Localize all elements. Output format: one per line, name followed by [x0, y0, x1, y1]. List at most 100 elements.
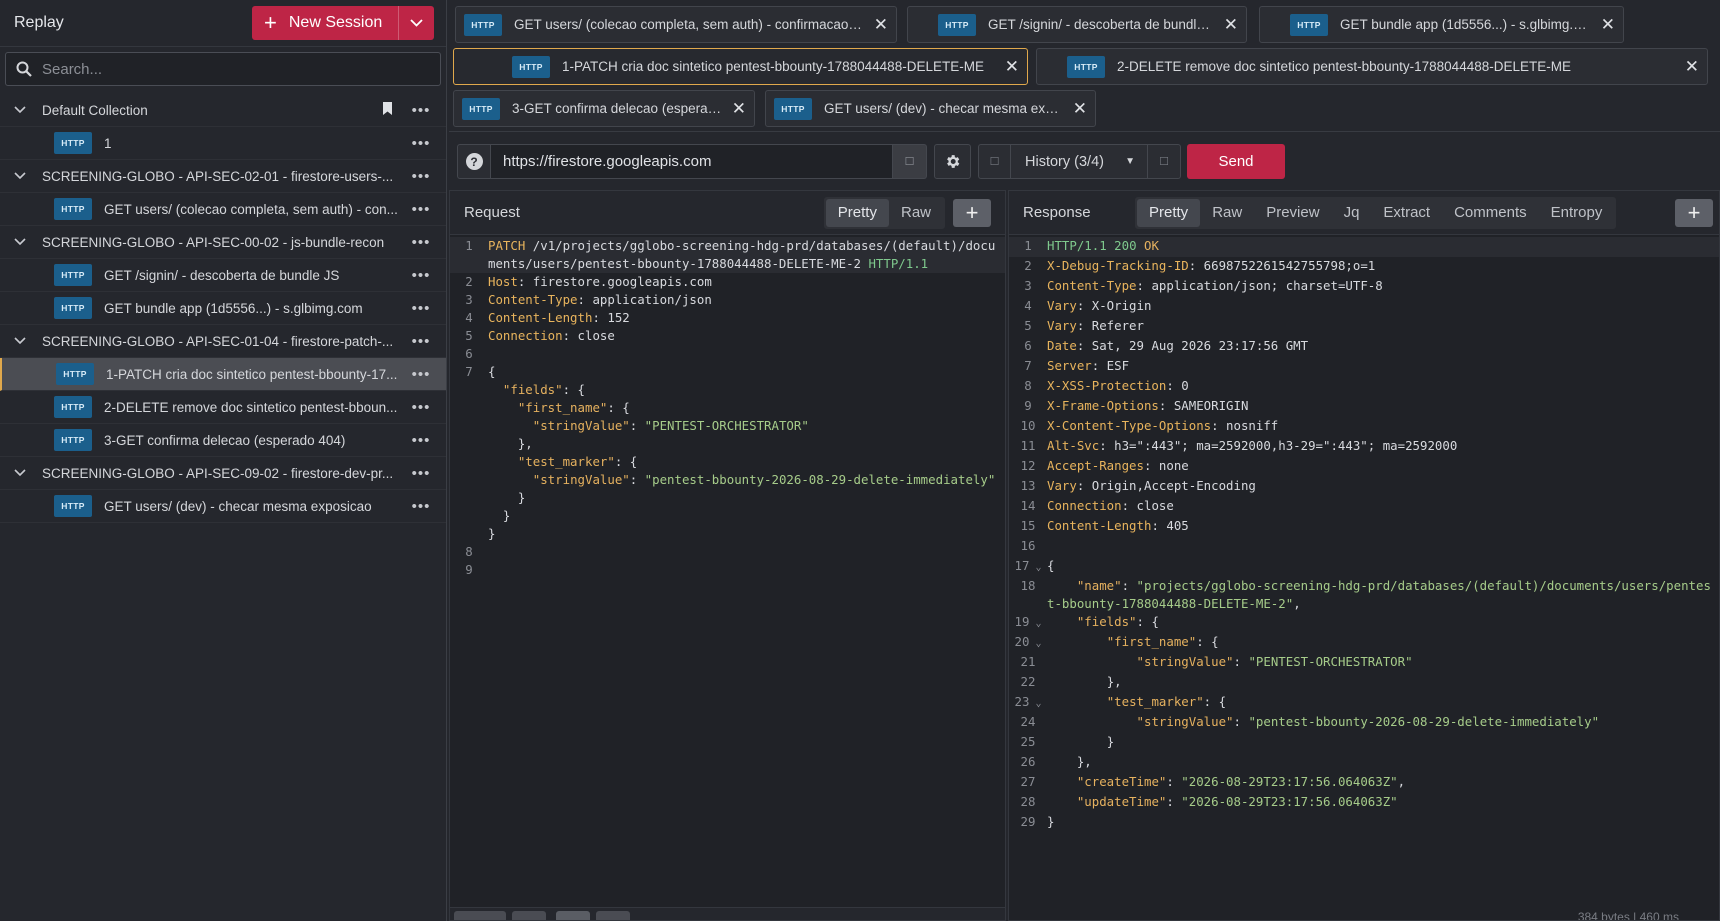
new-session-main[interactable]: + New Session: [252, 6, 398, 40]
request-tab[interactable]: HTTP 3-GET confirma delecao (esperado 404…: [453, 90, 755, 127]
request-tab[interactable]: HTTP GET /signin/ - descoberta de bundle …: [907, 6, 1247, 43]
more-icon[interactable]: •••: [406, 333, 436, 350]
close-icon[interactable]: ✕: [1005, 57, 1019, 77]
replay-app: Replay + New Session Default Collection •…: [0, 0, 1720, 921]
footer-button[interactable]: [512, 911, 546, 920]
tab-label: GET /signin/ - descoberta de bundle JS: [988, 17, 1214, 32]
view-raw-button[interactable]: Raw: [1200, 199, 1254, 227]
more-icon[interactable]: •••: [406, 201, 436, 218]
add-button[interactable]: +: [953, 198, 991, 227]
view-comments-button[interactable]: Comments: [1442, 199, 1539, 227]
chevron-down-icon[interactable]: [12, 103, 28, 117]
close-icon[interactable]: ✕: [874, 15, 888, 35]
request-tab[interactable]: HTTP GET bundle app (1d5556...) - s.glbim…: [1259, 6, 1624, 43]
search-input[interactable]: [42, 60, 430, 78]
fold-chevron-icon[interactable]: ⌄: [1029, 618, 1041, 629]
more-icon[interactable]: •••: [406, 399, 436, 416]
help-button[interactable]: ?: [457, 144, 491, 179]
request-item[interactable]: HTTP GET /signin/ - descoberta de bundle …: [0, 259, 446, 292]
view-pretty-button[interactable]: Pretty: [825, 198, 889, 227]
request-editor[interactable]: 1 PATCH /v1/projects/gglobo-screening-hdg…: [450, 235, 1005, 579]
line-text: Vary: Origin,Accept-Encoding: [1047, 478, 1256, 493]
settings-button[interactable]: [934, 144, 971, 179]
line-text: Connection: close: [488, 328, 615, 343]
line-number: 1: [465, 238, 473, 253]
tree-item-label: SCREENING-GLOBO - API-SEC-09-02 - firest…: [42, 465, 394, 481]
view-preview-button[interactable]: Preview: [1254, 199, 1331, 227]
chevron-down-icon[interactable]: [398, 6, 434, 40]
chevron-down-icon[interactable]: [12, 466, 28, 480]
url-options-button[interactable]: ☐: [893, 144, 927, 179]
request-tab[interactable]: HTTP 2-DELETE remove doc sintetico pentes…: [1036, 48, 1708, 85]
method-badge: HTTP: [54, 297, 92, 319]
code-line: 14 Connection: close: [1009, 497, 1719, 517]
more-icon[interactable]: •••: [406, 465, 436, 482]
more-icon[interactable]: •••: [406, 498, 436, 515]
history-prev-button[interactable]: ☐: [978, 144, 1011, 179]
view-raw-button[interactable]: Raw: [889, 199, 943, 227]
close-icon[interactable]: ✕: [1073, 99, 1087, 119]
line-text: }: [1047, 734, 1115, 749]
more-icon[interactable]: •••: [406, 432, 436, 449]
request-item[interactable]: HTTP 3-GET confirma delecao (esperado 404…: [0, 424, 446, 457]
request-item[interactable]: HTTP 1 •••: [0, 127, 446, 160]
more-icon[interactable]: •••: [406, 135, 436, 152]
view-entropy-button[interactable]: Entropy: [1539, 199, 1615, 227]
history-next-button[interactable]: ☐: [1148, 144, 1181, 179]
more-icon[interactable]: •••: [406, 102, 436, 119]
fold-chevron-icon[interactable]: ⌄: [1029, 638, 1041, 649]
close-icon[interactable]: ✕: [1224, 15, 1238, 35]
line-text: "updateTime": "2026-08-29T23:17:56.06406…: [1076, 794, 1398, 809]
fold-chevron-icon[interactable]: ⌄: [1029, 562, 1041, 573]
more-icon[interactable]: •••: [406, 267, 436, 284]
fold-chevron-icon[interactable]: ⌄: [1029, 698, 1041, 709]
code-line: 8 X-XSS-Protection: 0: [1009, 377, 1719, 397]
collection-item[interactable]: SCREENING-GLOBO - API-SEC-01-04 - firest…: [0, 325, 446, 358]
footer-button[interactable]: [596, 911, 630, 920]
footer-button[interactable]: [454, 911, 506, 920]
url-input[interactable]: https://firestore.googleapis.com: [491, 144, 893, 179]
chevron-down-icon[interactable]: [12, 169, 28, 183]
request-tab[interactable]: HTTP GET users/ (dev) - checar mesma expo…: [765, 90, 1096, 127]
bookmark-icon[interactable]: [382, 102, 398, 118]
request-item[interactable]: HTTP GET bundle app (1d5556...) - s.glbim…: [0, 292, 446, 325]
request-item[interactable]: HTTP 2-DELETE remove doc sintetico pentes…: [0, 391, 446, 424]
close-icon[interactable]: ✕: [732, 99, 746, 119]
response-viewer[interactable]: 1 HTTP/1.1 200 OK 2 X-Debug-Tracking-ID: 66…: [1009, 235, 1719, 833]
more-icon[interactable]: •••: [406, 234, 436, 251]
line-number: 27: [1020, 774, 1036, 789]
request-item[interactable]: HTTP 1-PATCH cria doc sintetico pentest-b…: [0, 358, 446, 391]
collection-item[interactable]: Default Collection •••: [0, 94, 446, 127]
chevron-down-icon[interactable]: [12, 334, 28, 348]
close-icon[interactable]: ✕: [1601, 15, 1615, 35]
view-jq-button[interactable]: Jq: [1332, 199, 1372, 227]
method-badge: HTTP: [54, 264, 92, 286]
close-icon[interactable]: ✕: [1685, 57, 1699, 77]
add-button[interactable]: +: [1675, 198, 1713, 227]
request-tab[interactable]: HTTP GET users/ (colecao completa, sem au…: [455, 6, 897, 43]
collection-item[interactable]: SCREENING-GLOBO - API-SEC-02-01 - firest…: [0, 160, 446, 193]
collection-item[interactable]: SCREENING-GLOBO - API-SEC-00-02 - js-bun…: [0, 226, 446, 259]
view-extract-button[interactable]: Extract: [1371, 199, 1442, 227]
code-line: 7 { "fields": { "first_name": { "stringVa…: [450, 363, 1005, 543]
history-dropdown[interactable]: History (3/4) ▼: [1011, 144, 1148, 179]
sidebar-header: Replay + New Session: [0, 0, 446, 47]
chevron-down-icon[interactable]: [12, 235, 28, 249]
request-tab[interactable]: HTTP 1-PATCH cria doc sintetico pentest-b…: [453, 48, 1028, 85]
line-text: },: [1047, 674, 1122, 689]
square-icon: ☐: [1159, 156, 1169, 168]
line-number: 3: [465, 292, 473, 307]
more-icon[interactable]: •••: [406, 300, 436, 317]
request-item[interactable]: HTTP GET users/ (dev) - checar mesma expo…: [0, 490, 446, 523]
more-icon[interactable]: •••: [406, 168, 436, 185]
request-item[interactable]: HTTP GET users/ (colecao completa, sem au…: [0, 193, 446, 226]
search-box[interactable]: [5, 52, 441, 86]
more-icon[interactable]: •••: [406, 366, 436, 383]
send-button[interactable]: Send: [1187, 144, 1285, 179]
collection-item[interactable]: SCREENING-GLOBO - API-SEC-09-02 - firest…: [0, 457, 446, 490]
plus-icon: +: [965, 199, 979, 225]
view-pretty-button[interactable]: Pretty: [1137, 198, 1201, 227]
new-session-button[interactable]: + New Session: [252, 6, 434, 40]
tree-item-label: SCREENING-GLOBO - API-SEC-01-04 - firest…: [42, 333, 394, 349]
footer-button[interactable]: [556, 911, 590, 920]
